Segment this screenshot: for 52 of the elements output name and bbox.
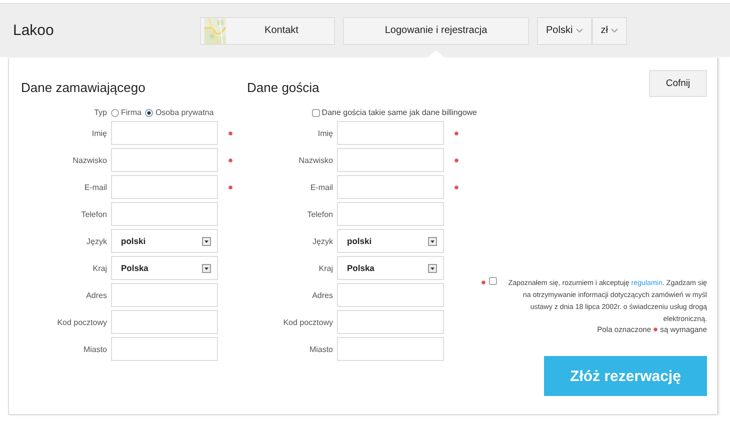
- field-label: Telefon: [80, 210, 107, 218]
- input-field[interactable]: [111, 148, 218, 172]
- contact-button[interactable]: Kontakt: [200, 16, 335, 44]
- chevron-down-icon: [576, 28, 583, 33]
- input-field[interactable]: [337, 310, 444, 334]
- checkbox[interactable]: [489, 277, 497, 285]
- input-field[interactable]: [111, 202, 218, 226]
- field-label: Nazwisko: [72, 156, 107, 164]
- field-label: Kraj: [318, 264, 333, 272]
- login-register-button[interactable]: Logowanie i rejestracja: [343, 16, 529, 44]
- field-label: Typ: [93, 108, 107, 117]
- select-field[interactable]: polski: [337, 229, 444, 253]
- input-field[interactable]: [111, 310, 218, 334]
- select-field[interactable]: Polska: [337, 256, 444, 280]
- field-label: Adres: [311, 290, 333, 300]
- input-field[interactable]: [111, 121, 218, 145]
- dropdown-button[interactable]: zł: [592, 16, 627, 44]
- section-title: Dane zamawiającego: [21, 80, 146, 96]
- input-field[interactable]: [337, 121, 444, 145]
- field-label: Język: [86, 236, 107, 246]
- input-field[interactable]: [337, 283, 444, 307]
- input-field[interactable]: [111, 283, 218, 307]
- input-field[interactable]: [337, 148, 444, 172]
- input-field[interactable]: [111, 337, 218, 361]
- field-label: Kod pocztowy: [282, 318, 333, 326]
- field-label: E-mail: [83, 182, 107, 192]
- dropdown-button[interactable]: Polski: [537, 16, 592, 44]
- chevron-down-icon: [610, 28, 618, 33]
- input-field[interactable]: [111, 175, 218, 199]
- radio-option[interactable]: Osoba prywatna: [145, 108, 214, 117]
- field-label: Imię: [90, 128, 107, 138]
- required-icon: [653, 327, 658, 332]
- field-label: Miasto: [308, 344, 333, 354]
- input-field[interactable]: [337, 202, 444, 226]
- radio-option[interactable]: Firma: [111, 108, 142, 117]
- logo-text: Lakoo: [13, 22, 55, 39]
- field-label: Nazwisko: [298, 156, 333, 164]
- field-label: E-mail: [309, 182, 333, 192]
- field-label: Telefon: [306, 210, 333, 218]
- input-field[interactable]: [337, 175, 444, 199]
- select-field[interactable]: Polska: [111, 256, 218, 280]
- back-button[interactable]: Cofnij: [649, 70, 707, 97]
- field-label: Kod pocztowy: [56, 318, 107, 326]
- field-label: Kraj: [92, 264, 107, 272]
- input-field[interactable]: [337, 337, 444, 361]
- select-field[interactable]: polski: [111, 229, 218, 253]
- field-label: Miasto: [82, 344, 107, 354]
- field-label: Imię: [316, 128, 333, 138]
- field-label: Adres: [85, 290, 107, 300]
- section-title: Dane gościa: [247, 80, 320, 96]
- checkbox-option[interactable]: Dane gościa takie same jak dane billingowe: [312, 106, 477, 119]
- field-label: Język: [312, 236, 333, 246]
